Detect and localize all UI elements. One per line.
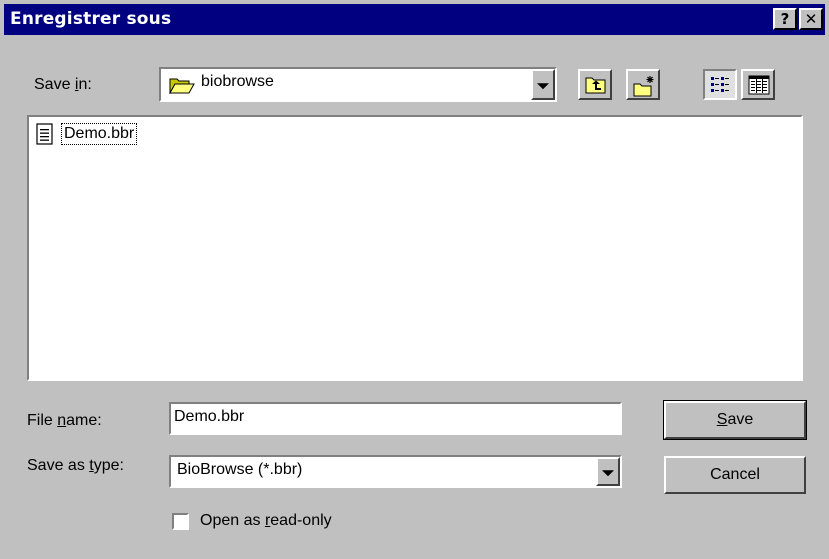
cancel-button[interactable]: Cancel (664, 456, 806, 494)
save-in-label: Save in: (34, 76, 92, 93)
save-as-dialog: Enregistrer sous ? ✕ Save in: biobrowse (0, 0, 829, 559)
chevron-down-icon (602, 469, 614, 476)
document-icon (35, 123, 55, 150)
open-folder-icon (169, 76, 195, 99)
chevron-down-icon (537, 82, 549, 89)
file-name-text: Demo.bbr (61, 123, 138, 145)
read-only-label[interactable]: Open as read-only (200, 512, 332, 530)
save-in-value: biobrowse (201, 73, 274, 90)
details-view-button[interactable] (741, 69, 775, 100)
save-button[interactable]: Save (663, 400, 807, 440)
save-as-type-select[interactable]: BioBrowse (*.bbr) (169, 455, 622, 488)
file-name-field[interactable] (169, 402, 622, 435)
title-bar[interactable]: Enregistrer sous ? ✕ (4, 4, 825, 35)
create-new-folder-icon (633, 76, 654, 97)
list-view-icon (711, 77, 729, 92)
close-icon: ✕ (804, 10, 818, 28)
help-button[interactable]: ? (773, 8, 797, 30)
save-as-type-label: Save as type: (27, 457, 124, 474)
file-name-input[interactable] (174, 406, 615, 428)
up-one-level-button[interactable] (578, 69, 612, 100)
save-as-type-dropdown-button[interactable] (596, 457, 620, 486)
read-only-checkbox[interactable] (172, 513, 189, 530)
create-new-folder-button[interactable] (626, 69, 660, 100)
file-name-label: File name: (27, 412, 102, 429)
file-list[interactable]: Demo.bbr (27, 115, 803, 381)
save-in-dropdown-button[interactable] (531, 69, 555, 100)
details-view-icon (748, 75, 770, 95)
save-in-combo[interactable]: biobrowse (159, 67, 557, 102)
window-title: Enregistrer sous (10, 9, 172, 29)
list-view-button[interactable] (703, 69, 737, 100)
save-as-type-value: BioBrowse (*.bbr) (177, 461, 303, 478)
up-one-level-icon (585, 77, 606, 94)
close-button[interactable]: ✕ (799, 8, 823, 30)
